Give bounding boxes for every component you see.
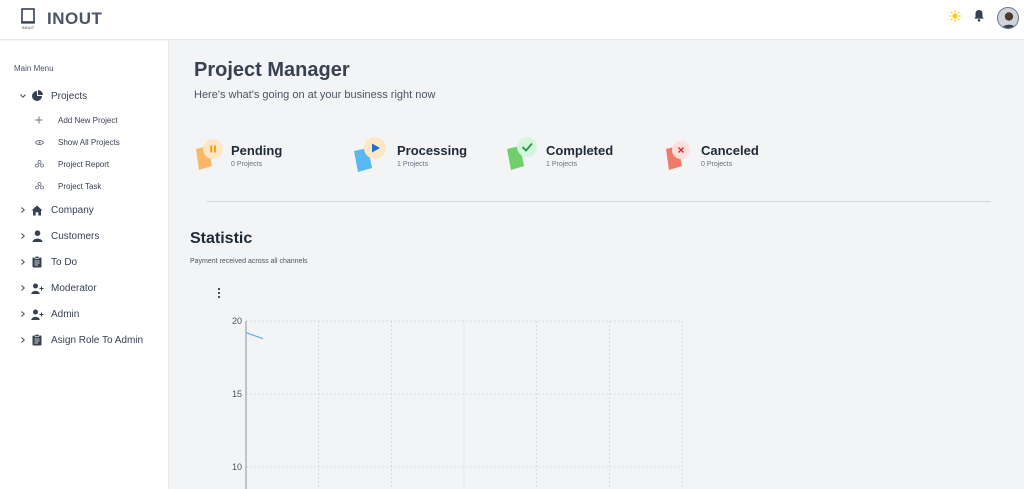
chevron-right-icon: [18, 284, 28, 292]
kebab-menu-icon[interactable]: [215, 286, 223, 299]
main-content: Project Manager Here's what's going on a…: [170, 41, 1024, 489]
sidebar-subitem-label: Show All Projects: [58, 137, 120, 147]
group-icon: [34, 159, 44, 169]
user-plus-icon: [30, 281, 44, 295]
eye-icon: [34, 137, 44, 147]
bell-icon[interactable]: [973, 9, 985, 27]
sidebar-item-asign-role-to-admin[interactable]: Asign Role To Admin: [0, 327, 169, 353]
status-card-count: 1 Projects: [546, 160, 578, 168]
status-card-name: Pending: [231, 142, 283, 158]
app-name: INOUT: [47, 9, 103, 28]
sidebar-subitem-add-new-project[interactable]: Add New Project: [0, 109, 169, 131]
user-icon: [30, 229, 44, 243]
series-line: [245, 332, 263, 340]
home-icon: [30, 203, 44, 217]
top-bar: INOUT INOUT: [0, 0, 1024, 40]
chevron-right-icon: [18, 258, 28, 266]
chevron-right-icon: [18, 336, 28, 344]
sidebar: Main Menu Projects Add New Project Show …: [0, 41, 169, 489]
y-tick-label: 15: [232, 389, 242, 399]
section-divider: [207, 201, 991, 202]
sidebar-subitem-label: Project Report: [58, 159, 110, 169]
status-card-canceled[interactable]: Canceled 0 Projects: [664, 133, 759, 177]
sidebar-item-label: Projects: [51, 90, 88, 102]
close-icon: [664, 135, 696, 175]
sidebar-item-label: Asign Role To Admin: [51, 334, 144, 346]
status-card-name: Processing: [397, 142, 468, 158]
chevron-right-icon: [18, 310, 28, 318]
chevron-right-icon: [18, 206, 28, 214]
status-card-count: 1 Projects: [397, 160, 429, 168]
menu-title: Main Menu: [14, 64, 54, 73]
sidebar-item-company[interactable]: Company: [0, 197, 169, 223]
play-icon: [352, 135, 392, 175]
user-plus-icon: [30, 307, 44, 321]
status-card-count: 0 Projects: [231, 160, 263, 168]
status-card-name: Canceled: [701, 142, 759, 158]
status-card-completed[interactable]: Completed 1 Projects: [506, 133, 613, 177]
sun-icon[interactable]: [948, 9, 962, 27]
sidebar-item-label: To Do: [51, 256, 78, 268]
sidebar-item-moderator[interactable]: Moderator: [0, 275, 169, 301]
status-card-count: 0 Projects: [701, 160, 733, 168]
group-icon: [34, 181, 44, 191]
status-card-name: Completed: [546, 142, 614, 158]
logo-icon: INOUT: [20, 8, 38, 30]
statistic-chart: 20 15 10: [232, 316, 683, 489]
sidebar-item-projects[interactable]: Projects: [0, 83, 169, 109]
pause-icon: [194, 135, 226, 175]
sidebar-subitem-label: Add New Project: [58, 115, 118, 125]
clipboard-icon: [30, 333, 44, 347]
status-card-processing[interactable]: Processing 1 Projects: [352, 133, 467, 177]
sidebar-item-label: Customers: [51, 230, 100, 242]
sidebar-item-label: Company: [51, 204, 94, 216]
page-subtitle: Here's what's going on at your business …: [194, 89, 436, 101]
statistic-title: Statistic: [190, 230, 253, 247]
status-cards: Pending 0 Projects Processing 1 Projects: [194, 133, 994, 177]
page-title: Project Manager: [194, 59, 350, 81]
y-tick-label: 20: [232, 316, 242, 326]
sidebar-item-label: Admin: [51, 308, 80, 320]
sidebar-subitem-project-report[interactable]: Project Report: [0, 153, 169, 175]
y-tick-label: 10: [232, 462, 242, 472]
sidebar-subitem-label: Project Task: [58, 181, 102, 191]
check-icon: [506, 135, 541, 175]
sidebar-subitem-project-task[interactable]: Project Task: [0, 175, 169, 197]
pie-chart-icon: [30, 89, 44, 103]
plus-icon: [34, 115, 44, 125]
chevron-right-icon: [18, 232, 28, 240]
clipboard-icon: [30, 255, 44, 269]
sidebar-subitem-show-all-projects[interactable]: Show All Projects: [0, 131, 169, 153]
sidebar-item-to-do[interactable]: To Do: [0, 249, 169, 275]
sidebar-menu: Projects Add New Project Show All Projec…: [0, 83, 169, 353]
status-card-pending[interactable]: Pending 0 Projects: [194, 133, 282, 177]
sidebar-item-label: Moderator: [51, 282, 97, 294]
app-logo[interactable]: INOUT INOUT: [20, 8, 102, 30]
sidebar-item-admin[interactable]: Admin: [0, 301, 169, 327]
svg-text:INOUT: INOUT: [22, 25, 35, 30]
avatar[interactable]: [997, 7, 1019, 29]
statistic-subtitle: Payment received across all channels: [190, 258, 308, 265]
sidebar-item-customers[interactable]: Customers: [0, 223, 169, 249]
chevron-down-icon: [18, 92, 28, 100]
